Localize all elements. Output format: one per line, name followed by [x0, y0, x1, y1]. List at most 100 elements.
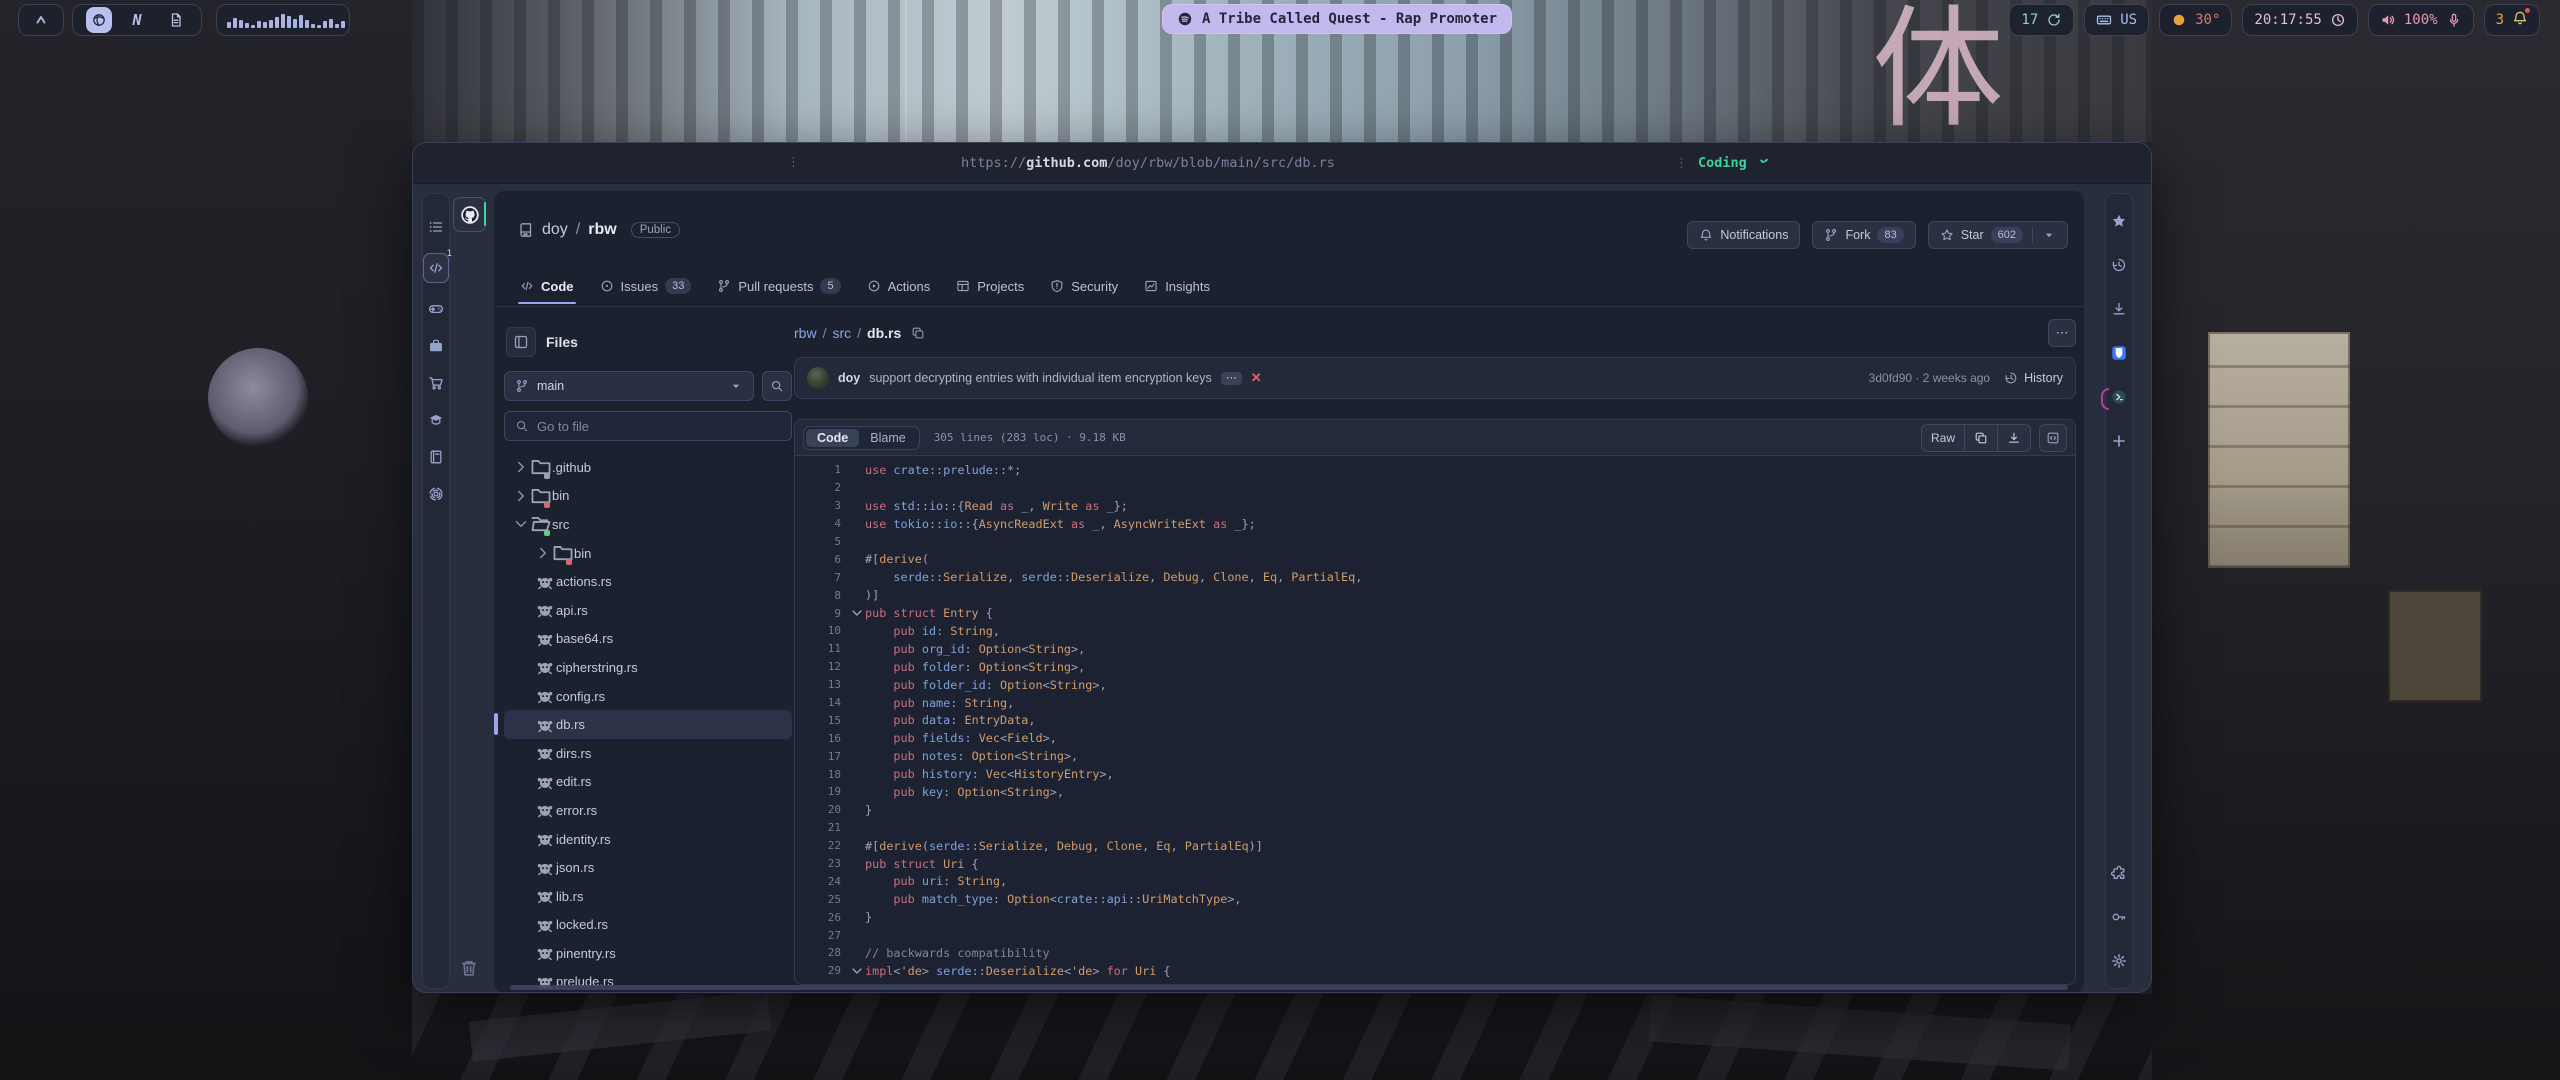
tree-file-api.rs[interactable]: api.rs: [504, 596, 792, 625]
sidebar-item-bookmarks[interactable]: [2108, 210, 2130, 232]
tree-file-error.rs[interactable]: error.rs: [504, 796, 792, 825]
sidebar-item-workspace-work[interactable]: [425, 335, 447, 357]
tree-file-json.rs[interactable]: json.rs: [504, 853, 792, 882]
tree-file-locked.rs[interactable]: locked.rs: [504, 911, 792, 940]
tree-search-button[interactable]: [762, 371, 792, 401]
chevron-right-icon[interactable]: [512, 458, 530, 476]
sidebar-item-workspace-shopping[interactable]: [425, 372, 447, 394]
sidebar-item-workspace-journal[interactable]: [425, 446, 447, 468]
sidebar-item-bitwarden-extension[interactable]: [2108, 342, 2130, 364]
sidebar-item-settings[interactable]: [2108, 950, 2130, 972]
line-number[interactable]: 18: [795, 768, 849, 781]
line-number[interactable]: 14: [795, 696, 849, 709]
commit-author[interactable]: doy: [838, 371, 860, 385]
line-number[interactable]: 7: [795, 571, 849, 584]
raw-button[interactable]: Raw: [1922, 425, 1964, 451]
line-number[interactable]: 8: [795, 589, 849, 602]
blame-tab[interactable]: Blame: [859, 429, 916, 447]
line-number[interactable]: 26: [795, 911, 849, 924]
history-link[interactable]: History: [2004, 371, 2063, 385]
commit-status-failed-icon[interactable]: ✕: [1251, 370, 1262, 386]
tray-notifications[interactable]: 3: [2484, 4, 2540, 36]
collapse-panel-button[interactable]: [506, 327, 536, 357]
commit-author-avatar[interactable]: [807, 367, 829, 389]
horizontal-scrollbar[interactable]: [510, 985, 2068, 990]
tree-file-cipherstring.rs[interactable]: cipherstring.rs: [504, 653, 792, 682]
notifications-button[interactable]: Notifications: [1687, 221, 1800, 249]
tray-volume[interactable]: 100%: [2368, 4, 2474, 36]
tab-code[interactable]: Code: [510, 271, 584, 304]
line-number[interactable]: 29: [795, 964, 849, 977]
expand-view-button[interactable]: [2039, 424, 2067, 452]
tree-file-pinentry.rs[interactable]: pinentry.rs: [504, 939, 792, 968]
tree-dir-src[interactable]: src: [504, 510, 792, 539]
chevron-right-icon[interactable]: [534, 544, 552, 562]
notes-app[interactable]: N: [124, 7, 150, 33]
tab-actions[interactable]: Actions: [857, 271, 941, 304]
tab-projects[interactable]: Projects: [946, 271, 1034, 304]
star-button[interactable]: Star 602: [1928, 221, 2068, 249]
line-number[interactable]: 13: [795, 678, 849, 691]
line-number[interactable]: 12: [795, 660, 849, 673]
repo-name-link[interactable]: rbw: [588, 221, 616, 239]
tree-file-base64.rs[interactable]: base64.rs: [504, 625, 792, 654]
tray-keyboard-layout[interactable]: US: [2084, 4, 2149, 36]
sidebar-item-workspace-code[interactable]: 1: [423, 253, 449, 283]
url-text[interactable]: https://github.com/doy/rbw/blob/main/src…: [913, 143, 1383, 183]
tree-dir-bin[interactable]: bin: [504, 539, 792, 568]
file-options-kebab-button[interactable]: ⋯: [2048, 319, 2076, 347]
line-number[interactable]: 16: [795, 732, 849, 745]
sidebar-item-workspace-games[interactable]: [425, 298, 447, 320]
commit-sha-date[interactable]: 3d0fd90 · 2 weeks ago: [1869, 371, 1990, 385]
breadcrumb-dir-link[interactable]: src: [832, 325, 851, 341]
now-playing-widget[interactable]: A Tribe Called Quest - Rap Promoter: [1162, 4, 1512, 34]
line-number[interactable]: 15: [795, 714, 849, 727]
tree-file-db.rs[interactable]: db.rs: [504, 710, 792, 739]
line-number[interactable]: 11: [795, 642, 849, 655]
fork-button[interactable]: Fork 83: [1812, 221, 1915, 249]
line-number[interactable]: 1: [795, 463, 849, 476]
tab-github[interactable]: [453, 197, 486, 232]
line-number[interactable]: 24: [795, 875, 849, 888]
tree-dir-.github[interactable]: .github: [504, 453, 792, 482]
line-number[interactable]: 2: [795, 481, 849, 494]
line-number[interactable]: 27: [795, 929, 849, 942]
go-to-file-input[interactable]: Go to file: [504, 411, 792, 441]
breadcrumb-repo-link[interactable]: rbw: [794, 325, 817, 341]
line-number[interactable]: 5: [795, 535, 849, 548]
browser-app[interactable]: [86, 7, 112, 33]
tab-issues[interactable]: Issues33: [590, 271, 702, 304]
line-number[interactable]: 3: [795, 499, 849, 512]
star-caret-icon[interactable]: [2042, 228, 2056, 242]
trash-icon[interactable]: [459, 958, 479, 978]
line-number[interactable]: 9: [795, 607, 849, 620]
sidebar-item-extensions[interactable]: [2108, 862, 2130, 884]
sidebar-item-downloads[interactable]: [2108, 298, 2130, 320]
copy-path-icon[interactable]: [911, 326, 925, 340]
line-number[interactable]: 20: [795, 803, 849, 816]
copy-file-button[interactable]: [1964, 425, 1997, 451]
commit-message[interactable]: support decrypting entries with individu…: [869, 371, 1212, 385]
line-number[interactable]: 25: [795, 893, 849, 906]
tab-security[interactable]: Security: [1040, 271, 1128, 304]
tree-file-config.rs[interactable]: config.rs: [504, 682, 792, 711]
line-number[interactable]: 19: [795, 785, 849, 798]
sidebar-item-history[interactable]: [2108, 254, 2130, 276]
tree-dir-bin[interactable]: bin: [504, 482, 792, 511]
url-bar[interactable]: ⋮ https://github.com/doy/rbw/blob/main/s…: [413, 143, 2151, 184]
tree-file-actions.rs[interactable]: actions.rs: [504, 567, 792, 596]
collapse-chevron-icon[interactable]: [849, 605, 865, 621]
tray-updates[interactable]: 17: [2009, 4, 2074, 36]
tree-file-edit.rs[interactable]: edit.rs: [504, 768, 792, 797]
sidebar-item-extension-profile[interactable]: [2108, 386, 2130, 408]
line-number[interactable]: 23: [795, 857, 849, 870]
tab-pull-requests[interactable]: Pull requests5: [707, 271, 850, 304]
line-number[interactable]: 10: [795, 624, 849, 637]
chevron-down-icon[interactable]: [512, 515, 530, 533]
line-number[interactable]: 6: [795, 553, 849, 566]
line-number[interactable]: 22: [795, 839, 849, 852]
commit-ellipsis-badge[interactable]: ⋯: [1221, 372, 1242, 385]
repo-owner-link[interactable]: doy: [542, 221, 568, 239]
latest-commit-bar[interactable]: doy support decrypting entries with indi…: [794, 357, 2076, 399]
download-file-button[interactable]: [1997, 425, 2030, 451]
